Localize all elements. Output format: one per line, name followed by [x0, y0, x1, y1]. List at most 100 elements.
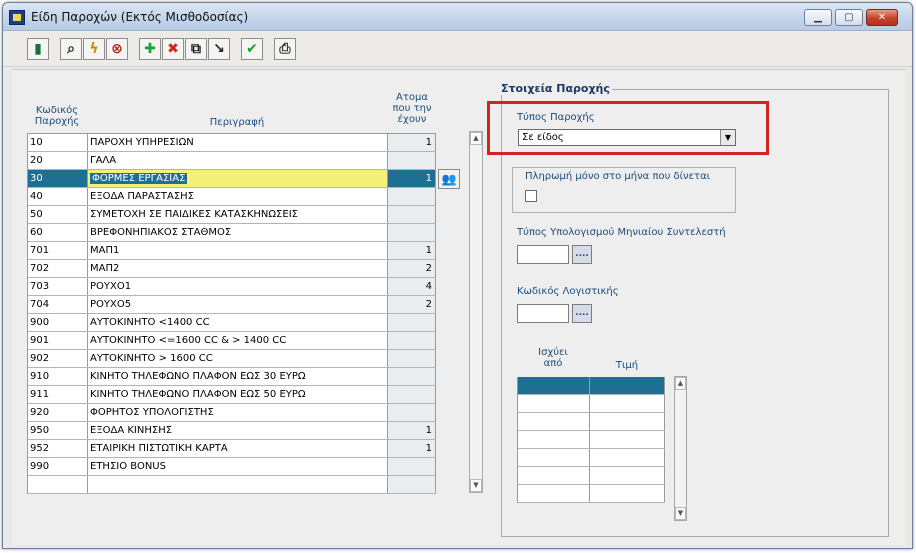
- table-row[interactable]: 60 ΒΡΕΦΟΝΗΠΙΑΚΟΣ ΣΤΑΘΜΟΣ: [28, 224, 436, 242]
- maximize-button[interactable]: ▢: [835, 9, 863, 26]
- table-row[interactable]: 952 ΕΤΑΙΡΙΚΗ ΠΙΣΤΩΤΙΚΗ ΚΑΡΤΑ 1: [28, 440, 436, 458]
- cell-code[interactable]: 702: [28, 260, 88, 277]
- cell-description[interactable]: ΑΥΤΟΚΙΝΗΤΟ > 1600 CC: [88, 350, 388, 367]
- close-button[interactable]: ✕: [866, 9, 898, 26]
- cell-code[interactable]: 703: [28, 278, 88, 295]
- add-icon[interactable]: ✚: [139, 38, 161, 60]
- cell-people-count[interactable]: [388, 224, 436, 241]
- table-row[interactable]: 950 ΕΞΟΔΑ ΚΙΝΗΣΗΣ 1: [28, 422, 436, 440]
- cell-code[interactable]: 920: [28, 404, 88, 421]
- table-row[interactable]: 40 ΕΞΟΔΑ ΠΑΡΑΣΤΑΣΗΣ: [28, 188, 436, 206]
- scroll-up-icon[interactable]: ▲: [675, 377, 686, 390]
- cell-people-count[interactable]: [388, 350, 436, 367]
- cell-people-count[interactable]: [388, 458, 436, 475]
- cell-people-count[interactable]: [388, 188, 436, 205]
- cell-value[interactable]: [590, 449, 665, 466]
- cell-description[interactable]: ΠΑΡΟΧΗ ΥΠΗΡΕΣΙΩΝ: [88, 134, 388, 151]
- print-icon[interactable]: ⎙: [274, 38, 296, 60]
- checkmark-icon[interactable]: ✔: [241, 38, 263, 60]
- table-row[interactable]: [28, 476, 436, 494]
- cell-description[interactable]: ΕΞΟΔΑ ΚΙΝΗΣΗΣ: [88, 422, 388, 439]
- cell-people-count[interactable]: 2: [388, 260, 436, 277]
- cell-value[interactable]: [590, 485, 665, 502]
- cell-people-count[interactable]: 4: [388, 278, 436, 295]
- scroll-up-icon[interactable]: ▲: [470, 132, 482, 145]
- values-row[interactable]: [518, 413, 665, 431]
- cell-description[interactable]: ΣΥΜΕΤΟΧΗ ΣΕ ΠΑΙΔΙΚΕΣ ΚΑΤΑΣΚΗΝΩΣΕΙΣ: [88, 206, 388, 223]
- cell-description[interactable]: ΑΥΤΟΚΙΝΗΤΟ <=1600 CC & > 1400 CC: [88, 332, 388, 349]
- pay-only-month-checkbox[interactable]: [525, 190, 537, 202]
- cell-description[interactable]: ΑΥΤΟΚΙΝΗΤΟ <1400 CC: [88, 314, 388, 331]
- cell-people-count[interactable]: [388, 332, 436, 349]
- lightning-icon[interactable]: ϟ: [83, 38, 105, 60]
- cell-code[interactable]: 911: [28, 386, 88, 403]
- values-row[interactable]: [518, 467, 665, 485]
- table-row[interactable]: 702 ΜΑΠ2 2: [28, 260, 436, 278]
- table-scrollbar[interactable]: ▲ ▼: [469, 131, 483, 493]
- cell-code[interactable]: 40: [28, 188, 88, 205]
- cell-description[interactable]: ΕΤΗΣΙΟ BONUS: [88, 458, 388, 475]
- cell-code[interactable]: 60: [28, 224, 88, 241]
- table-row[interactable]: 50 ΣΥΜΕΤΟΧΗ ΣΕ ΠΑΙΔΙΚΕΣ ΚΑΤΑΣΚΗΝΩΣΕΙΣ: [28, 206, 436, 224]
- accounting-code-lookup-button[interactable]: ....: [572, 304, 592, 323]
- table-row[interactable]: 701 ΜΑΠ1 1: [28, 242, 436, 260]
- cell-people-count[interactable]: [388, 206, 436, 223]
- cell-code[interactable]: 50: [28, 206, 88, 223]
- monthly-factor-lookup-button[interactable]: ....: [572, 245, 592, 264]
- cell-value[interactable]: [590, 377, 665, 394]
- cell-valid-from[interactable]: [518, 449, 590, 466]
- values-row[interactable]: [518, 377, 665, 395]
- cell-description[interactable]: ΚΙΝΗΤΟ ΤΗΛΕΦΩΝΟ ΠΛΑΦΟΝ ΕΩΣ 50 ΕΥΡΩ: [88, 386, 388, 403]
- scroll-down-icon[interactable]: ▼: [675, 507, 686, 520]
- table-row[interactable]: 901 ΑΥΤΟΚΙΝΗΤΟ <=1600 CC & > 1400 CC: [28, 332, 436, 350]
- cell-description[interactable]: ΡΟΥΧΟ1: [88, 278, 388, 295]
- monthly-factor-input[interactable]: [517, 245, 569, 264]
- cell-description[interactable]: ΜΑΠ1: [88, 242, 388, 259]
- cell-description[interactable]: ΡΟΥΧΟ5: [88, 296, 388, 313]
- search-icon[interactable]: ⌕: [60, 38, 82, 60]
- table-row[interactable]: 10 ΠΑΡΟΧΗ ΥΠΗΡΕΣΙΩΝ 1: [28, 134, 436, 152]
- values-row[interactable]: [518, 485, 665, 503]
- values-row[interactable]: [518, 395, 665, 413]
- cell-value[interactable]: [590, 395, 665, 412]
- cell-people-count[interactable]: [388, 368, 436, 385]
- cell-code[interactable]: 10: [28, 134, 88, 151]
- values-row[interactable]: [518, 431, 665, 449]
- cell-people-count[interactable]: 1: [388, 422, 436, 439]
- cell-code[interactable]: 990: [28, 458, 88, 475]
- cell-people-count[interactable]: [388, 314, 436, 331]
- cell-description[interactable]: ΕΞΟΔΑ ΠΑΡΑΣΤΑΣΗΣ: [88, 188, 388, 205]
- cell-people-count[interactable]: [388, 386, 436, 403]
- table-row[interactable]: 20 ΓΑΛΑ: [28, 152, 436, 170]
- table-row[interactable]: 911 ΚΙΝΗΤΟ ΤΗΛΕΦΩΝΟ ΠΛΑΦΟΝ ΕΩΣ 50 ΕΥΡΩ: [28, 386, 436, 404]
- delete-icon[interactable]: ✖: [162, 38, 184, 60]
- cell-people-count[interactable]: 1: [388, 440, 436, 457]
- cell-code[interactable]: [28, 476, 88, 493]
- cell-description[interactable]: ΦΟΡΜΕΣ ΕΡΓΑΣΙΑΣ: [88, 170, 388, 187]
- cell-valid-from[interactable]: [518, 377, 590, 394]
- cell-valid-from[interactable]: [518, 485, 590, 502]
- cell-people-count[interactable]: 1: [388, 242, 436, 259]
- cell-description[interactable]: ΚΙΝΗΤΟ ΤΗΛΕΦΩΝΟ ΠΛΑΦΟΝ ΕΩΣ 30 ΕΥΡΩ: [88, 368, 388, 385]
- cell-valid-from[interactable]: [518, 467, 590, 484]
- cell-people-count[interactable]: 2: [388, 296, 436, 313]
- scroll-down-icon[interactable]: ▼: [470, 479, 482, 492]
- people-icon[interactable]: 👥: [438, 169, 460, 189]
- table-row[interactable]: 902 ΑΥΤΟΚΙΝΗΤΟ > 1600 CC: [28, 350, 436, 368]
- cell-code[interactable]: 952: [28, 440, 88, 457]
- cell-code[interactable]: 701: [28, 242, 88, 259]
- import-icon[interactable]: ↘: [208, 38, 230, 60]
- values-scrollbar[interactable]: ▲ ▼: [674, 376, 687, 521]
- cell-code[interactable]: 900: [28, 314, 88, 331]
- cell-people-count[interactable]: [388, 404, 436, 421]
- cell-description[interactable]: ΕΤΑΙΡΙΚΗ ΠΙΣΤΩΤΙΚΗ ΚΑΡΤΑ: [88, 440, 388, 457]
- cell-code[interactable]: 910: [28, 368, 88, 385]
- cell-value[interactable]: [590, 431, 665, 448]
- cell-valid-from[interactable]: [518, 431, 590, 448]
- minimize-button[interactable]: ▁: [804, 9, 832, 26]
- table-row[interactable]: 920 ΦΟΡΗΤΟΣ ΥΠΟΛΟΓΙΣΤΗΣ: [28, 404, 436, 422]
- cell-value[interactable]: [590, 467, 665, 484]
- cell-valid-from[interactable]: [518, 395, 590, 412]
- copy-icon[interactable]: ⧉: [185, 38, 207, 60]
- cancel-circle-icon[interactable]: ⊗: [106, 38, 128, 60]
